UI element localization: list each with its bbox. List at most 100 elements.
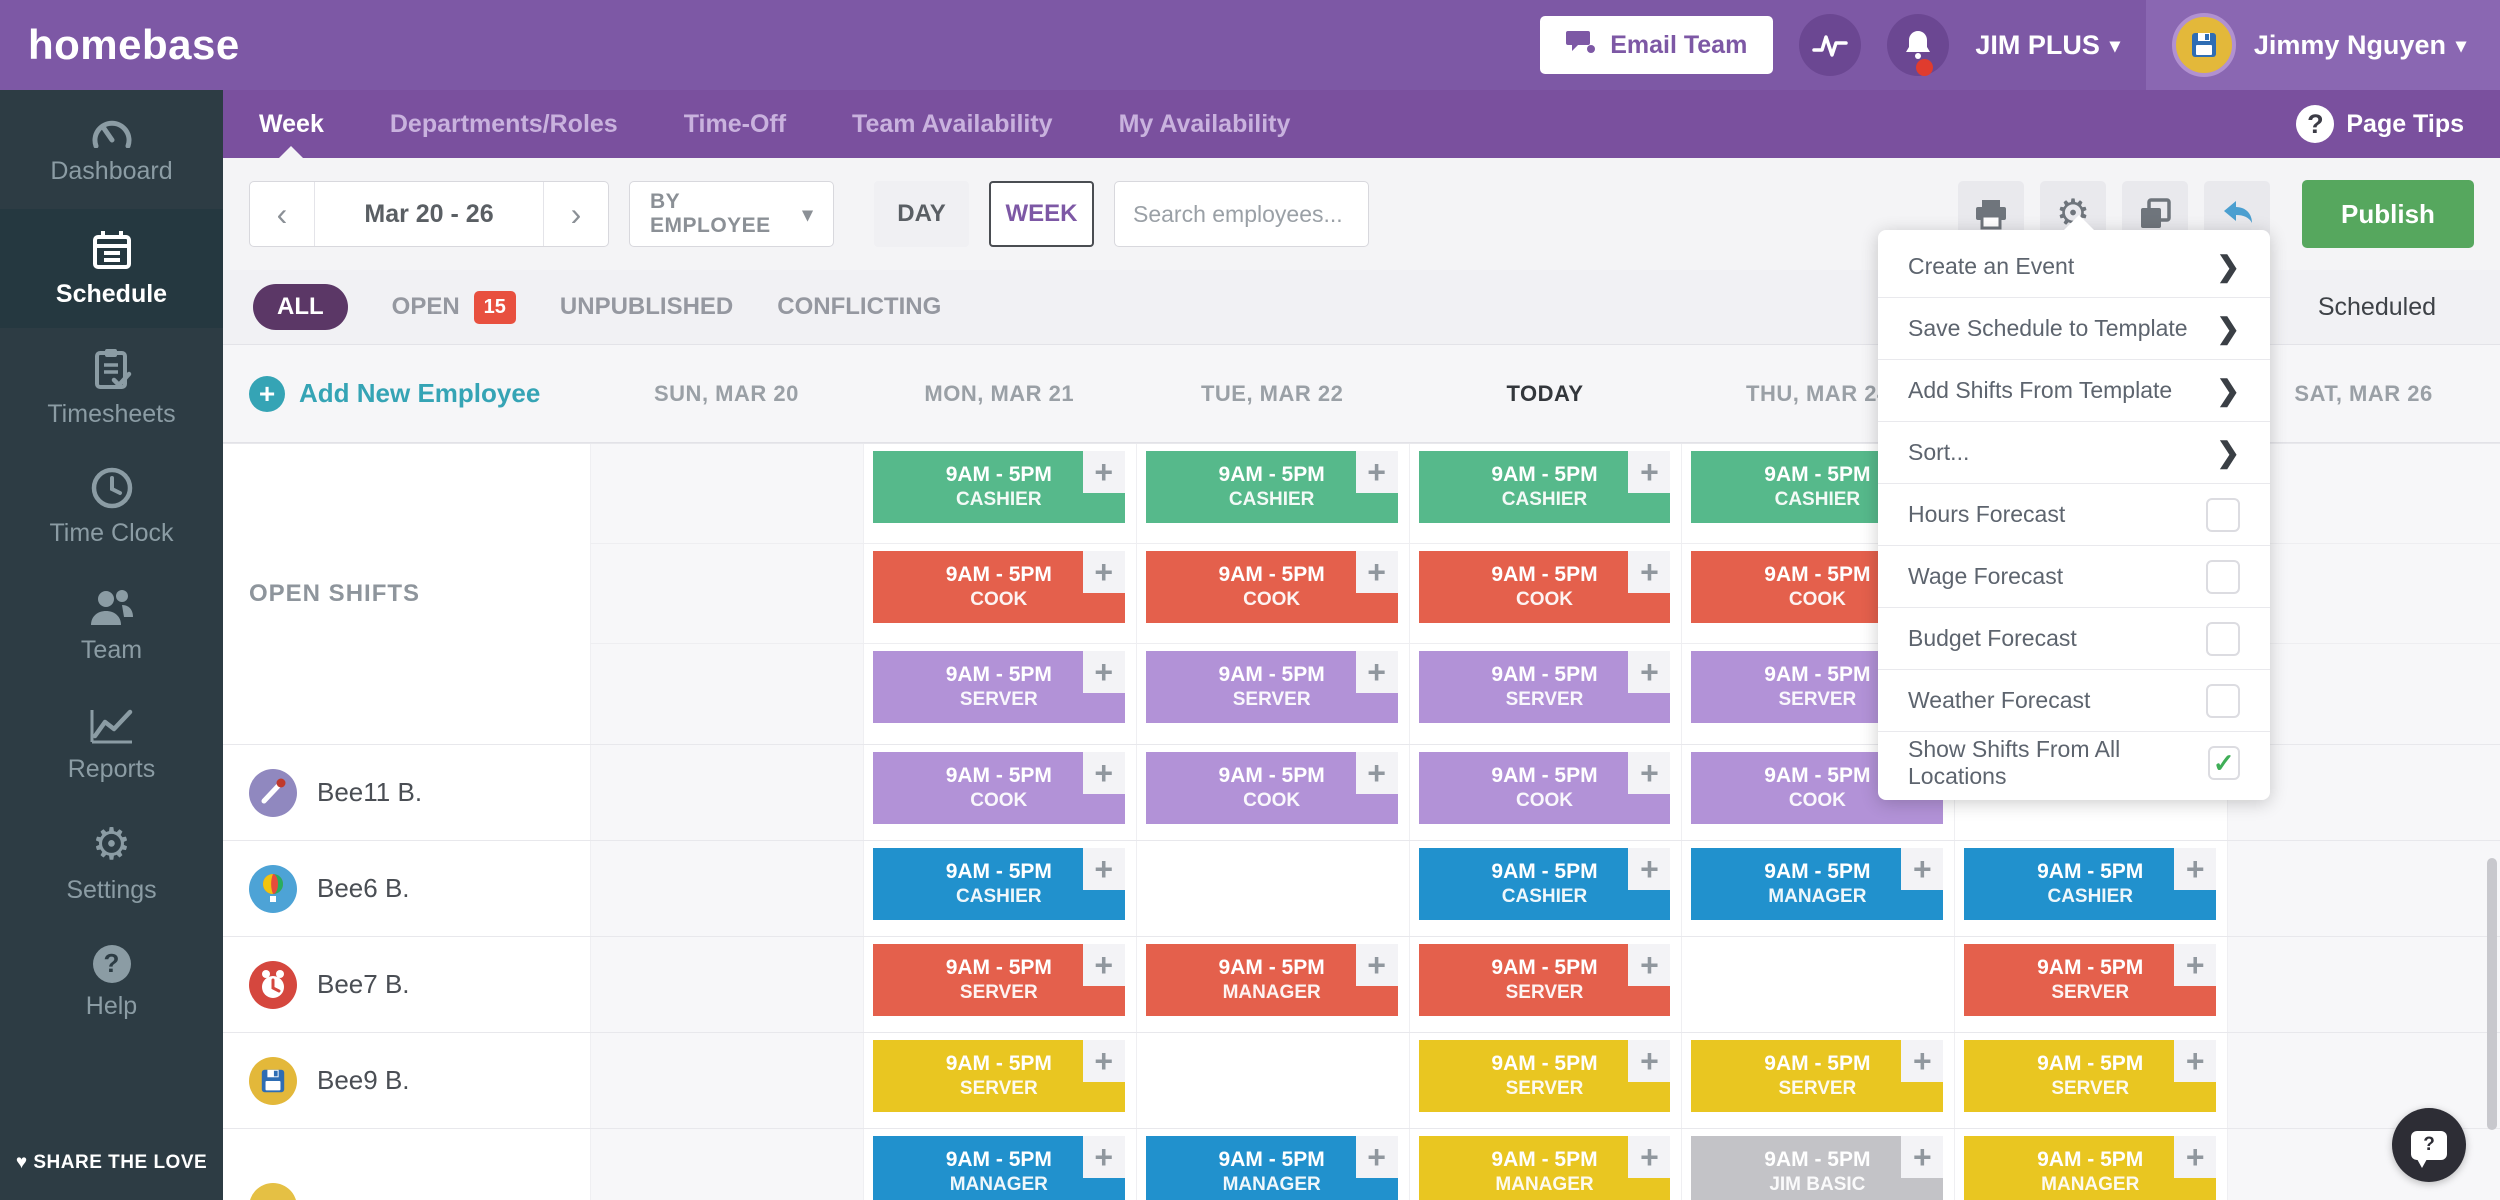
open-shift-block[interactable]: 9AM - 5PMCOOK+	[1418, 551, 1671, 623]
shift-cell[interactable]: 9AM - 5PMCOOK+	[862, 745, 1136, 840]
shift-block[interactable]: 9AM - 5PM JIM BASIC +	[1691, 1136, 1944, 1200]
tab-departments-roles[interactable]: Departments/Roles	[390, 90, 618, 158]
add-shift-icon[interactable]: +	[1082, 944, 1125, 986]
add-shift-icon[interactable]: +	[2174, 1040, 2217, 1082]
add-shift-icon[interactable]: +	[1628, 1136, 1671, 1178]
shift-cell[interactable]: 9AM - 5PMCASHIER+	[1954, 841, 2228, 936]
shift-cell[interactable]	[2227, 1033, 2500, 1128]
shift-cell[interactable]	[2227, 841, 2500, 936]
employee-cell[interactable]: Bee11 B.	[223, 745, 590, 840]
shift-cell[interactable]: 9AM - 5PMCASHIER+	[1135, 444, 1409, 543]
vertical-scrollbar[interactable]	[2487, 858, 2497, 1130]
add-shift-icon[interactable]: +	[1355, 551, 1398, 593]
add-shift-icon[interactable]: +	[1901, 848, 1944, 890]
checkbox-unchecked[interactable]	[2206, 621, 2240, 656]
add-shift-icon[interactable]: +	[1628, 944, 1671, 986]
add-shift-icon[interactable]: +	[1355, 451, 1398, 493]
open-shift-block[interactable]: 9AM - 5PMSERVER+	[1145, 651, 1398, 723]
shift-cell[interactable]: 9AM - 5PMSERVER+	[1681, 1033, 1955, 1128]
shift-cell[interactable]: 9AM - 5PMSERVER+	[1135, 644, 1409, 744]
shift-block[interactable]: 9AM - 5PM MANAGER +	[1964, 1136, 2217, 1200]
group-by-dropdown[interactable]: BY EMPLOYEE ▾	[629, 181, 834, 247]
user-menu[interactable]: Jimmy Nguyen ▾	[2145, 0, 2500, 90]
shift-block[interactable]: 9AM - 5PM SERVER +	[1418, 1040, 1671, 1112]
tab-team-availability[interactable]: Team Availability	[852, 90, 1053, 158]
support-chat-button[interactable]: ?	[2392, 1108, 2466, 1182]
shift-block[interactable]: 9AM - 5PM MANAGER +	[1418, 1136, 1671, 1200]
add-shift-icon[interactable]: +	[2174, 944, 2217, 986]
activity-icon[interactable]	[1799, 14, 1862, 76]
shift-cell[interactable]: 9AM - 5PMSERVER+	[1954, 1033, 2228, 1128]
shift-cell[interactable]: 9AM - 5PMCOOK+	[1408, 544, 1682, 643]
menu-item-create-event[interactable]: Create an Event ❯	[1878, 236, 2270, 298]
shift-cell[interactable]	[590, 937, 863, 1032]
add-shift-icon[interactable]: +	[1628, 1040, 1671, 1082]
notifications-bell-icon[interactable]	[1887, 14, 1950, 76]
shift-cell[interactable]: 9AM - 5PMCASHIER+	[862, 841, 1136, 936]
day-header-sun[interactable]: SUN, MAR 20	[590, 381, 863, 407]
day-view-button[interactable]: DAY	[874, 181, 969, 247]
shift-cell[interactable]: 9AM - 5PMSERVER+	[1954, 937, 2228, 1032]
add-shift-icon[interactable]: +	[1355, 651, 1398, 693]
shift-cell[interactable]	[1135, 841, 1409, 936]
shift-cell[interactable]: 9AM - 5PM JIM BASIC +	[1681, 1129, 1955, 1200]
shift-cell[interactable]: 9AM - 5PMSERVER+	[862, 1033, 1136, 1128]
shift-cell[interactable]: 9AM - 5PMCOOK+	[862, 544, 1136, 643]
shift-cell[interactable]: 9AM - 5PMSERVER+	[862, 937, 1136, 1032]
page-tips-button[interactable]: ? Page Tips	[2296, 105, 2464, 143]
shift-block[interactable]: 9AM - 5PM SERVER +	[872, 944, 1125, 1016]
open-shift-block[interactable]: 9AM - 5PMCASHIER+	[1418, 451, 1671, 523]
sidebar-item-schedule[interactable]: Schedule	[0, 209, 223, 328]
shift-cell[interactable]	[590, 1033, 863, 1128]
open-shift-block[interactable]: 9AM - 5PMSERVER+	[1418, 651, 1671, 723]
day-header-today[interactable]: TODAY	[1409, 381, 1682, 407]
shift-cell[interactable]: 9AM - 5PMSERVER+	[1408, 644, 1682, 744]
shift-cell[interactable]: 9AM - 5PMCASHIER+	[1408, 841, 1682, 936]
shift-cell[interactable]	[590, 1129, 863, 1200]
checkbox-unchecked[interactable]	[2206, 559, 2240, 594]
add-shift-icon[interactable]: +	[2174, 1136, 2217, 1178]
shift-cell[interactable]: 9AM - 5PMSERVER+	[862, 644, 1136, 744]
add-shift-icon[interactable]: +	[2174, 848, 2217, 890]
homebase-logo[interactable]: homebase	[28, 21, 240, 69]
menu-item-add-from-template[interactable]: Add Shifts From Template ❯	[1878, 360, 2270, 422]
shift-block[interactable]: 9AM - 5PM SERVER +	[1964, 1040, 2217, 1112]
menu-item-wage-forecast[interactable]: Wage Forecast	[1878, 546, 2270, 608]
shift-block[interactable]: 9AM - 5PM SERVER +	[1418, 944, 1671, 1016]
shift-cell[interactable]: 9AM - 5PMCOOK+	[1135, 544, 1409, 643]
shift-block[interactable]: 9AM - 5PM MANAGER +	[1691, 848, 1944, 920]
menu-item-show-all-locations[interactable]: Show Shifts From All Locations ✓	[1878, 732, 2270, 794]
week-view-button[interactable]: WEEK	[989, 181, 1094, 247]
shift-cell[interactable]: 9AM - 5PMCOOK+	[1135, 745, 1409, 840]
shift-cell[interactable]: 9AM - 5PMCASHIER+	[1408, 444, 1682, 543]
open-shift-block[interactable]: 9AM - 5PMCOOK+	[872, 551, 1125, 623]
share-the-love-link[interactable]: ♥ SHARE THE LOVE	[0, 1152, 223, 1174]
scheduled-toggle[interactable]: Scheduled	[2318, 293, 2436, 322]
add-shift-icon[interactable]: +	[1082, 551, 1125, 593]
sidebar-item-time-clock[interactable]: Time Clock	[0, 447, 223, 566]
shift-cell[interactable]	[590, 644, 863, 744]
shift-cell[interactable]: 9AM - 5PM MANAGER +	[1408, 1129, 1682, 1200]
shift-block[interactable]: 9AM - 5PM MANAGER +	[1145, 1136, 1398, 1200]
day-header-mon[interactable]: MON, MAR 21	[863, 381, 1136, 407]
shift-cell[interactable]	[1135, 1033, 1409, 1128]
shift-cell[interactable]	[590, 444, 863, 543]
shift-cell[interactable]: 9AM - 5PM MANAGER +	[1135, 937, 1409, 1032]
shift-cell[interactable]	[590, 544, 863, 643]
add-shift-icon[interactable]: +	[1355, 1136, 1398, 1178]
shift-block[interactable]: 9AM - 5PM SERVER +	[872, 1040, 1125, 1112]
open-shift-block[interactable]: 9AM - 5PMCASHIER+	[872, 451, 1125, 523]
shift-block[interactable]: 9AM - 5PM CASHIER +	[872, 848, 1125, 920]
menu-item-hours-forecast[interactable]: Hours Forecast	[1878, 484, 2270, 546]
tab-my-availability[interactable]: My Availability	[1119, 90, 1291, 158]
shift-cell[interactable]: 9AM - 5PMSERVER+	[1408, 1033, 1682, 1128]
checkbox-unchecked[interactable]	[2206, 683, 2240, 718]
add-shift-icon[interactable]: +	[1901, 1136, 1944, 1178]
shift-block[interactable]: 9AM - 5PM MANAGER +	[1145, 944, 1398, 1016]
add-shift-icon[interactable]: +	[1628, 651, 1671, 693]
shift-cell[interactable]: 9AM - 5PM MANAGER +	[1954, 1129, 2228, 1200]
shift-cell[interactable]	[590, 745, 863, 840]
add-shift-icon[interactable]: +	[1628, 752, 1671, 794]
shift-block[interactable]: 9AM - 5PM CASHIER +	[1964, 848, 2217, 920]
checkbox-checked[interactable]: ✓	[2207, 746, 2240, 780]
